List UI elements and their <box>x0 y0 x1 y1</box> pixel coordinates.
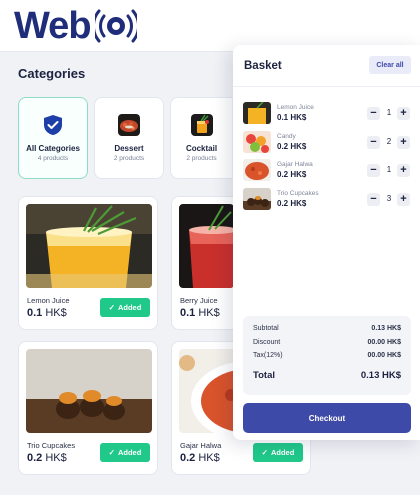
categories-heading: Categories <box>18 66 86 81</box>
tax-value: 00.00 HK$ <box>367 352 401 359</box>
order-summary: Subtotal 0.13 HK$ Discount 00.00 HK$ Tax… <box>243 316 411 395</box>
category-count: 2 products <box>186 155 217 162</box>
check-icon: ✓ <box>108 303 115 312</box>
basket-item-price: 0.2 HK$ <box>277 199 307 208</box>
category-cocktail[interactable]: Cocktail 2 products <box>170 97 232 179</box>
product-image-trio-cupcakes <box>26 349 152 433</box>
basket-title: Basket <box>244 60 282 72</box>
basket-item: Gajar Halwa 0.2 HK$ − 1 + <box>243 159 411 183</box>
subtotal-row: Subtotal 0.13 HK$ <box>253 325 401 332</box>
quantity-value: 3 <box>386 194 392 203</box>
product-name: Lemon Juice <box>27 296 70 305</box>
total-label: Total <box>253 370 275 381</box>
product-name: Gajar Halwa <box>180 441 222 450</box>
shield-check-icon <box>42 114 64 136</box>
check-icon: ✓ <box>108 448 115 457</box>
basket-item-thumbnail <box>243 131 271 153</box>
discount-row: Discount 00.00 HK$ <box>253 339 401 346</box>
basket-item: Trio Cupcakes 0.2 HK$ − 3 + <box>243 188 411 212</box>
basket-item-name: Lemon Juice <box>277 104 314 111</box>
basket-item-thumbnail <box>243 188 271 210</box>
product-price: 0.2 HK$ <box>180 452 220 464</box>
subtotal-value: 0.13 HK$ <box>371 325 401 332</box>
decrease-quantity-button[interactable]: − <box>367 193 380 206</box>
category-name: Dessert <box>114 144 144 153</box>
discount-value: 00.00 HK$ <box>367 339 401 346</box>
product-card-berry-juice[interactable]: Berry Juice 0.1 HK$ <box>171 196 233 330</box>
quantity-value: 2 <box>386 137 392 146</box>
checkout-button[interactable]: Checkout <box>243 403 411 433</box>
product-name: Trio Cupcakes <box>27 441 76 450</box>
product-price: 0.1 HK$ <box>180 307 220 319</box>
decrease-quantity-button[interactable]: − <box>367 136 380 149</box>
basket-item-price: 0.1 HK$ <box>277 113 307 122</box>
target-signal-icon <box>94 9 137 43</box>
category-name: Cocktail <box>185 144 218 153</box>
subtotal-label: Subtotal <box>253 325 279 332</box>
basket-item-thumbnail <box>243 102 271 124</box>
brand-name: Web <box>14 5 92 47</box>
tax-label: Tax(12%) <box>253 352 283 359</box>
increase-quantity-button[interactable]: + <box>397 136 410 149</box>
basket-item-name: Trio Cupcakes <box>277 190 319 197</box>
basket-item-name: Gajar Halwa <box>277 161 313 168</box>
product-image-lemon-juice <box>26 204 152 288</box>
basket-item-price: 0.2 HK$ <box>277 170 307 179</box>
category-count: 4 products <box>37 155 69 162</box>
product-price: 0.2 HK$ <box>27 452 67 464</box>
clear-all-button[interactable]: Clear all <box>369 56 411 74</box>
tax-row: Tax(12%) 00.00 HK$ <box>253 352 401 359</box>
discount-label: Discount <box>253 339 281 346</box>
category-name: All Categories <box>26 144 80 153</box>
basket-item: Candy 0.2 HK$ − 2 + <box>243 131 411 155</box>
basket-item-name: Candy <box>277 133 296 140</box>
basket-item: Lemon Juice 0.1 HK$ − 1 + <box>243 102 411 126</box>
brand-logo[interactable]: Web <box>14 6 137 46</box>
dessert-thumbnail <box>118 114 140 136</box>
increase-quantity-button[interactable]: + <box>397 193 410 206</box>
category-all[interactable]: All Categories 4 products <box>18 97 88 179</box>
added-button[interactable]: ✓ Added <box>100 298 150 317</box>
quantity-value: 1 <box>386 165 392 174</box>
quantity-value: 1 <box>386 108 392 117</box>
basket-panel: Basket Clear all Lemon Juice 0.1 HK$ − 1… <box>233 45 420 440</box>
added-button[interactable]: ✓ Added <box>253 443 303 462</box>
product-card-lemon-juice[interactable]: Lemon Juice 0.1 HK$ ✓ Added <box>18 196 158 330</box>
divider <box>233 86 420 87</box>
product-image-berry-juice <box>179 204 233 288</box>
increase-quantity-button[interactable]: + <box>397 107 410 120</box>
decrease-quantity-button[interactable]: − <box>367 164 380 177</box>
total-value: 0.13 HK$ <box>360 370 401 381</box>
total-row: Total 0.13 HK$ <box>253 370 401 381</box>
product-price: 0.1 HK$ <box>27 307 67 319</box>
basket-item-price: 0.2 HK$ <box>277 142 307 151</box>
product-card-trio-cupcakes[interactable]: Trio Cupcakes 0.2 HK$ ✓ Added <box>18 341 158 475</box>
category-count: 2 products <box>113 155 145 162</box>
check-icon: ✓ <box>261 448 268 457</box>
increase-quantity-button[interactable]: + <box>397 164 410 177</box>
decrease-quantity-button[interactable]: − <box>367 107 380 120</box>
category-dessert[interactable]: Dessert 2 products <box>94 97 164 179</box>
added-button[interactable]: ✓ Added <box>100 443 150 462</box>
cocktail-thumbnail <box>190 114 213 136</box>
product-name: Berry Juice <box>180 296 218 305</box>
basket-item-thumbnail <box>243 159 271 181</box>
